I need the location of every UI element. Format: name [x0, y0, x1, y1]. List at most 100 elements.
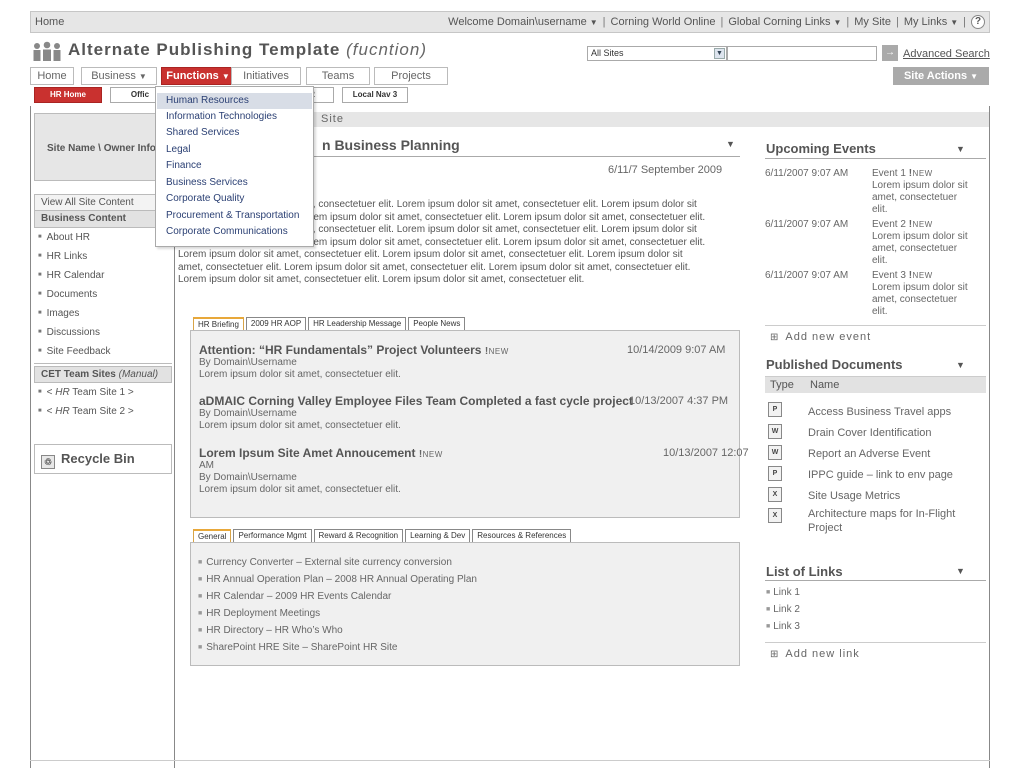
menu-item-shared-services[interactable]: Shared Services [157, 125, 312, 141]
view-all-content-link[interactable]: View All Site Content [34, 194, 172, 211]
nav-tab-home[interactable]: Home [30, 67, 74, 85]
events-menu-icon[interactable]: ▼ [956, 144, 965, 154]
site-actions-button[interactable]: Site Actions ▼ [893, 67, 989, 85]
news-tabs: HR Briefing 2009 HR AOP HR Leadership Me… [193, 317, 467, 330]
news-date: 10/13/2007 4:37 PM [629, 395, 729, 407]
list-item-link[interactable]: HR Deployment Meetings [198, 608, 320, 619]
home-link[interactable]: Home [35, 16, 64, 28]
menu-item-finance[interactable]: Finance [157, 158, 312, 174]
nav-tab-projects[interactable]: Projects [374, 67, 448, 85]
documents-menu-icon[interactable]: ▼ [956, 360, 965, 370]
nav-tab-initiatives[interactable]: Initiatives [231, 67, 301, 85]
search-scope-select[interactable]: All Sites ▼ [587, 46, 727, 61]
chevron-down-icon[interactable]: ▼ [714, 48, 725, 59]
recycle-bin-link[interactable]: ♲ Recycle Bin [34, 444, 172, 474]
site-title-sub: (fucntion) [346, 40, 427, 59]
separator: | [895, 16, 899, 28]
nav-tab-business[interactable]: Business ▼ [81, 67, 157, 85]
excel-icon: X [768, 487, 782, 502]
tab-general[interactable]: General [193, 529, 232, 542]
local-tab-nav-3[interactable]: Local Nav 3 [342, 87, 408, 103]
menu-item-business-services[interactable]: Business Services [157, 175, 312, 191]
list-item-link[interactable]: Link 1 [766, 587, 800, 598]
menu-item-procurement-transportation[interactable]: Procurement & Transportation [157, 208, 312, 224]
chevron-down-icon: ▼ [138, 72, 147, 81]
tab-hr-leadership-message[interactable]: HR Leadership Message [308, 317, 407, 330]
tab-resources-references[interactable]: Resources & References [472, 529, 572, 542]
sidebar-item-documents[interactable]: Documents [34, 285, 172, 304]
divider [765, 580, 986, 581]
document-link[interactable]: Site Usage Metrics [808, 489, 986, 503]
news-item: aDMAIC Corning Valley Employee Files Tea… [199, 394, 759, 432]
local-tab-hr-home[interactable]: HR Home [34, 87, 102, 103]
sidebar-item-team-site-1[interactable]: < HR Team Site 1 > [34, 383, 172, 402]
tab-reward-recognition[interactable]: Reward & Recognition [313, 529, 404, 542]
event-name: Event 2 [872, 219, 909, 230]
menu-item-corporate-quality[interactable]: Corporate Quality [157, 191, 312, 207]
event-item[interactable]: Event 2 !NEW Lorem ipsum dolor sit amet, … [872, 219, 972, 267]
sidebar-item-site-feedback[interactable]: Site Feedback [34, 342, 172, 361]
sidebar-item-hr-calendar[interactable]: HR Calendar [34, 266, 172, 285]
col-name[interactable]: Name [810, 379, 839, 391]
document-link[interactable]: Access Business Travel apps [808, 405, 986, 419]
tab-learning-dev[interactable]: Learning & Dev [405, 529, 471, 542]
web-part-menu-icon[interactable]: ▼ [726, 139, 735, 149]
tab-people-news[interactable]: People News [408, 317, 466, 330]
list-item-link[interactable]: HR Directory – HR Who’s Who [198, 625, 343, 636]
advanced-search-link[interactable]: Advanced Search [903, 48, 990, 60]
list-item-link[interactable]: HR Annual Operation Plan – 2008 HR Annua… [198, 574, 477, 585]
menu-item-information-technologies[interactable]: Information Technologies [157, 109, 312, 125]
tab-performance-mgmt[interactable]: Performance Mgmt [233, 529, 312, 542]
divider [765, 325, 986, 326]
my-site-link[interactable]: My Site [854, 16, 891, 28]
nav-tab-functions[interactable]: Functions ▼ [161, 67, 235, 85]
document-link[interactable]: Drain Cover Identification [808, 426, 986, 440]
document-link[interactable]: Report an Adverse Event [808, 447, 986, 461]
col-type[interactable]: Type [770, 379, 794, 391]
sidebar-item-team-site-2[interactable]: < HR Team Site 2 > [34, 402, 172, 421]
nav-tab-teams[interactable]: Teams [306, 67, 370, 85]
corning-world-link[interactable]: Corning World Online [611, 16, 716, 28]
excel-icon: X [768, 508, 782, 523]
list-item-link[interactable]: Link 2 [766, 604, 800, 615]
list-item-link[interactable]: Link 3 [766, 621, 800, 632]
sidebar-item-discussions[interactable]: Discussions [34, 323, 172, 342]
document-link[interactable]: Architecture maps for In-Flight Project [808, 507, 986, 535]
people-logo-icon [33, 41, 61, 61]
list-item-link[interactable]: SharePoint HRE Site – SharePoint HR Site [198, 642, 397, 653]
list-item-link[interactable]: HR Calendar – 2009 HR Events Calendar [198, 591, 391, 602]
sidebar-item-hr-links[interactable]: HR Links [34, 247, 172, 266]
sidebar-item-images[interactable]: Images [34, 304, 172, 323]
tab-hr-briefing[interactable]: HR Briefing [193, 317, 244, 330]
top-links: Welcome Domain\username ▼ | Corning World… [448, 15, 985, 29]
help-icon[interactable]: ? [971, 15, 985, 29]
news-item: Attention: “HR Fundamentals” Project Vol… [199, 343, 759, 381]
new-badge-label: NEW [912, 169, 933, 178]
menu-item-legal[interactable]: Legal [157, 142, 312, 158]
list-item-link[interactable]: Currency Converter – External site curre… [198, 557, 452, 568]
search-input[interactable] [727, 46, 877, 61]
news-date: 10/14/2009 9:07 AM [627, 344, 726, 356]
menu-item-corporate-communications[interactable]: Corporate Communications [157, 224, 312, 240]
document-link[interactable]: IPPC guide – link to env page [808, 468, 986, 482]
chevron-down-icon: ▼ [970, 72, 979, 81]
global-links-menu[interactable]: Global Corning Links ▼ [728, 16, 841, 28]
chevron-down-icon: ▼ [589, 18, 598, 27]
welcome-menu[interactable]: Welcome Domain\username ▼ [448, 16, 598, 28]
add-new-link-link[interactable]: Add new link [770, 648, 860, 660]
breadcrumb: Site [321, 113, 344, 125]
site-info-box: Site Name \ Owner Info [34, 113, 172, 181]
search-go-icon[interactable]: → [882, 45, 898, 61]
links-menu-icon[interactable]: ▼ [956, 566, 965, 576]
news-date: 10/13/2007 12:07 [663, 447, 749, 459]
documents-title: Published Documents [766, 357, 903, 372]
event-item[interactable]: Event 1 !NEW Lorem ipsum dolor sit amet, … [872, 168, 972, 216]
event-item[interactable]: Event 3 !NEW Lorem ipsum dolor sit amet, … [872, 270, 972, 318]
add-new-event-link[interactable]: Add new event [770, 331, 871, 343]
tab-2009-hr-aop[interactable]: 2009 HR AOP [245, 317, 307, 330]
news-summary: Lorem ipsum dolor sit amet, consectetuer… [199, 369, 401, 380]
sidebar-item-about-hr[interactable]: About HR [34, 228, 172, 247]
search-scope-value: All Sites [591, 48, 624, 58]
menu-item-human-resources[interactable]: Human Resources [157, 93, 312, 109]
my-links-menu[interactable]: My Links ▼ [904, 16, 958, 28]
